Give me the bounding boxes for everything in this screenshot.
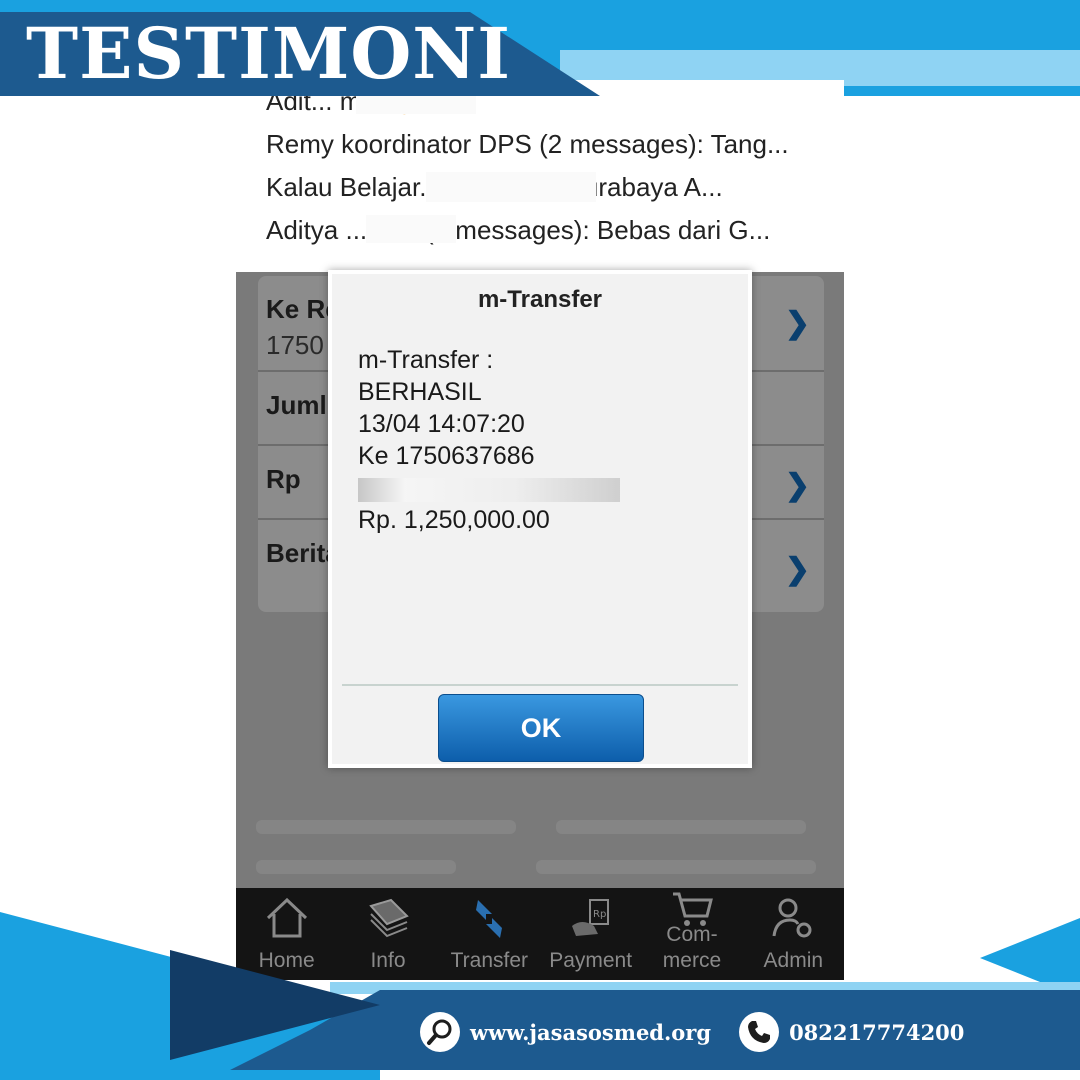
page-title: TESTIMONI: [26, 12, 512, 95]
footer-contact: www.jasasosmed.org 082217774200: [420, 1010, 982, 1054]
transfer-datetime: 13/04 14:07:20: [358, 410, 525, 438]
chevron-right-icon: ❯: [784, 469, 810, 502]
phone-icon: [739, 1012, 780, 1052]
dialog-divider: [342, 684, 738, 686]
phone-screenshot: Adit... mak😊 Remy koordinator DPS (2 mes…: [236, 80, 844, 980]
nav-item-home[interactable]: Home: [236, 888, 337, 980]
nav-label: Info: [370, 949, 406, 972]
transfer-destination: Ke 1750637686: [358, 442, 535, 470]
nav-item-transfer[interactable]: Transfer: [439, 888, 540, 980]
dialog-title: m-Transfer: [477, 286, 603, 313]
phone-number[interactable]: 082217774200: [789, 1020, 964, 1045]
website-link[interactable]: www.jasasosmed.org: [470, 1020, 711, 1045]
notification-item[interactable]: Aditya ... Bali (2 messages): Bebas dari…: [266, 209, 844, 252]
book-icon: [369, 898, 409, 938]
redaction-smear: [366, 215, 456, 243]
chevron-right-icon: ❯: [784, 553, 810, 586]
home-icon: [266, 897, 307, 938]
form-row-label: Rp: [266, 464, 301, 494]
nav-item-commerce[interactable]: Com- merce: [641, 888, 742, 980]
nav-item-admin[interactable]: Admin: [743, 888, 844, 980]
notification-item[interactable]: Remy koordinator DPS (2 messages): Tang.…: [266, 123, 844, 166]
nav-label: Admin: [763, 949, 824, 972]
ok-button[interactable]: OK: [438, 694, 644, 762]
dialog-line: m-Transfer :: [358, 346, 494, 374]
nav-item-payment[interactable]: Rp Payment: [540, 888, 641, 980]
svg-text:Rp: Rp: [593, 909, 606, 920]
transfer-result-dialog: m-Transfer m-Transfer : BERHASIL 13/04 1…: [328, 270, 752, 768]
cart-icon: [672, 892, 713, 926]
redaction-smear: [426, 172, 596, 202]
transfer-status: BERHASIL: [358, 378, 482, 406]
form-row-value: 1750: [266, 330, 324, 360]
nav-label: Payment: [549, 949, 633, 972]
payment-icon: Rp: [571, 899, 609, 936]
nav-item-info[interactable]: Info: [337, 888, 438, 980]
notification-panel: Adit... mak😊 Remy koordinator DPS (2 mes…: [236, 80, 844, 272]
nav-label: Home: [258, 949, 315, 972]
redacted-recipient-name: [358, 472, 620, 504]
nav-label: Transfer: [450, 949, 529, 972]
search-icon: [420, 1012, 460, 1052]
bottom-navigation: Home Info Transfer Rp Payment Com- merce…: [236, 888, 844, 980]
chevron-right-icon: ❯: [784, 307, 810, 340]
transfer-icon: [476, 900, 503, 938]
dialog-message: m-Transfer : BERHASIL 13/04 14:07:20 Ke …: [358, 344, 620, 536]
transfer-amount: Rp. 1,250,000.00: [358, 506, 550, 534]
form-row-label: Juml: [266, 390, 327, 420]
admin-gear-icon: [772, 898, 812, 938]
